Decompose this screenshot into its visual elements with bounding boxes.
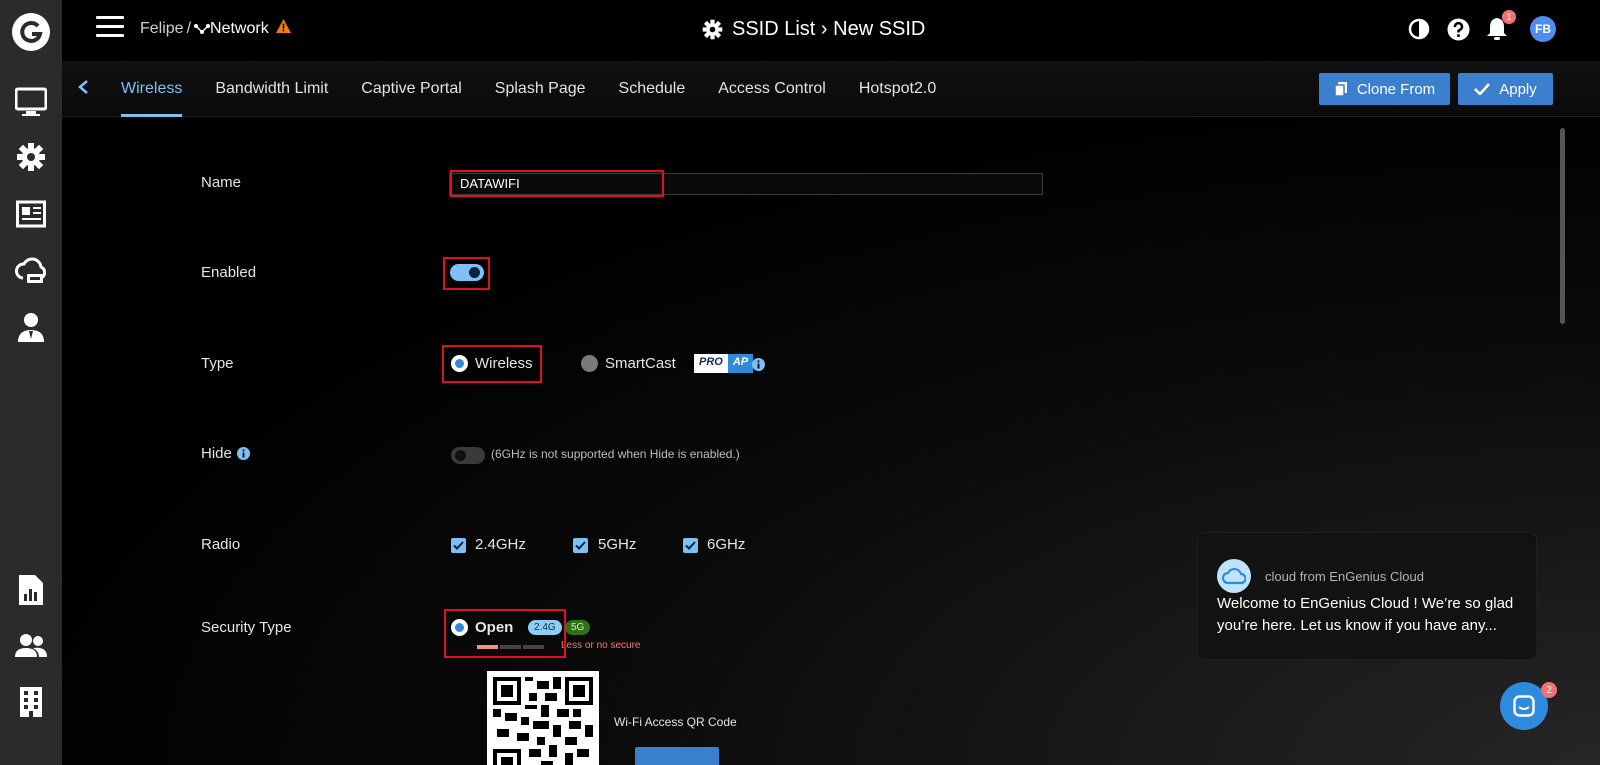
tab-captive-portal[interactable]: Captive Portal — [361, 61, 462, 117]
avatar[interactable]: FB — [1530, 16, 1556, 42]
hide-label: Hide — [201, 445, 250, 462]
team-icon[interactable] — [13, 628, 49, 664]
info-icon[interactable] — [236, 447, 250, 460]
apply-label: Apply — [1499, 80, 1537, 98]
highlight-box — [442, 345, 542, 383]
ap-badge-text: AP — [727, 354, 754, 373]
copy-icon — [1334, 82, 1347, 97]
pro-ap-badge: PRO AP — [694, 354, 754, 373]
top-header: Felipe / Network SSID List › New SSID 1 … — [62, 0, 1600, 61]
cloud-avatar-icon — [1217, 559, 1251, 593]
help-icon[interactable] — [1445, 16, 1471, 42]
info-icon[interactable] — [752, 358, 765, 371]
cloud-sync-icon[interactable] — [13, 253, 49, 289]
newspaper-icon[interactable] — [13, 196, 49, 232]
hide-toggle[interactable] — [451, 447, 485, 464]
hide-hint: (6GHz is not supported when Hide is enab… — [491, 447, 740, 461]
breadcrumb-network-label: Network — [210, 19, 269, 37]
qr-code-label: Wi-Fi Access QR Code — [614, 715, 737, 729]
enabled-label: Enabled — [201, 264, 257, 281]
settings-gear-icon — [702, 19, 723, 40]
type-label: Type — [201, 355, 234, 372]
breadcrumb-network[interactable]: Network — [194, 20, 269, 38]
security-type-label: Security Type — [201, 619, 292, 636]
tabs: Wireless Bandwidth Limit Captive Portal … — [121, 61, 969, 117]
radio-option-6ghz: 6GHz — [707, 536, 746, 553]
clone-from-label: Clone From — [1356, 80, 1436, 98]
radio-checkbox-6ghz[interactable] — [683, 538, 698, 553]
breadcrumb: Felipe / Network — [140, 19, 291, 38]
radio-checkbox-24ghz[interactable] — [451, 538, 466, 553]
left-nav-rail — [0, 0, 62, 765]
tab-bar: Wireless Bandwidth Limit Captive Portal … — [62, 61, 1600, 117]
breadcrumb-user[interactable]: Felipe — [140, 20, 184, 38]
apply-button[interactable]: Apply — [1458, 73, 1553, 105]
type-option-smartcast: SmartCast — [605, 355, 676, 372]
radio-option-24ghz: 2.4GHz — [475, 536, 526, 553]
chat-sender: cloud from EnGenius Cloud — [1265, 568, 1424, 584]
report-icon[interactable] — [13, 572, 49, 608]
hide-label-text: Hide — [201, 445, 232, 462]
type-radio-smartcast[interactable] — [581, 355, 598, 372]
header-actions: 1 FB — [1393, 10, 1556, 42]
gear-icon[interactable] — [13, 139, 49, 175]
clone-from-button[interactable]: Clone From — [1319, 73, 1450, 105]
page-title-text: SSID List › New SSID — [732, 18, 926, 40]
monitor-icon[interactable] — [13, 84, 49, 120]
scrollbar[interactable] — [1560, 128, 1565, 324]
hamburger-menu-icon[interactable] — [96, 16, 124, 40]
radio-option-5ghz: 5GHz — [598, 536, 637, 553]
highlight-box — [444, 609, 566, 658]
wifi-qr-code — [487, 671, 599, 765]
page-title: SSID List › New SSID — [702, 18, 925, 41]
admin-user-icon[interactable] — [13, 309, 49, 345]
chat-icon — [1513, 695, 1535, 717]
highlight-box — [450, 170, 664, 197]
highlight-box — [443, 257, 490, 290]
chat-popup[interactable]: cloud from EnGenius Cloud Welcome to EnG… — [1197, 532, 1537, 660]
network-topology-icon — [194, 23, 211, 34]
tab-bandwidth-limit[interactable]: Bandwidth Limit — [215, 61, 328, 117]
checkmark-icon — [1474, 83, 1491, 95]
band-badge-5g: 5G — [565, 620, 591, 635]
qr-action-button[interactable] — [635, 747, 719, 765]
tab-hotspot2[interactable]: Hotspot2.0 — [859, 61, 936, 117]
back-chevron-icon[interactable] — [77, 79, 93, 97]
notification-badge: 1 — [1502, 10, 1516, 24]
tab-splash-page[interactable]: Splash Page — [495, 61, 586, 117]
tab-access-control[interactable]: Access Control — [718, 61, 826, 117]
chat-unread-badge: 2 — [1541, 682, 1557, 698]
theme-contrast-icon[interactable] — [1406, 16, 1432, 42]
building-icon[interactable] — [13, 684, 49, 720]
breadcrumb-separator: / — [186, 19, 192, 37]
tab-wireless[interactable]: Wireless — [121, 61, 183, 117]
warning-icon[interactable] — [275, 19, 291, 38]
name-label: Name — [201, 174, 242, 191]
ssid-form: Name DATAWIFI Enabled Type Wireless Smar… — [62, 118, 1600, 765]
chat-header: cloud from EnGenius Cloud — [1217, 559, 1424, 593]
bell-icon[interactable]: 1 — [1484, 10, 1516, 42]
security-strength-note: Less or no secure — [561, 640, 641, 651]
pro-badge-text: PRO — [694, 354, 728, 373]
engenius-logo-icon[interactable] — [11, 12, 51, 52]
radio-label: Radio — [201, 536, 241, 553]
tab-schedule[interactable]: Schedule — [619, 61, 686, 117]
chat-message: Welcome to EnGenius Cloud ! We’re so gla… — [1217, 595, 1514, 634]
radio-checkbox-5ghz[interactable] — [573, 538, 588, 553]
